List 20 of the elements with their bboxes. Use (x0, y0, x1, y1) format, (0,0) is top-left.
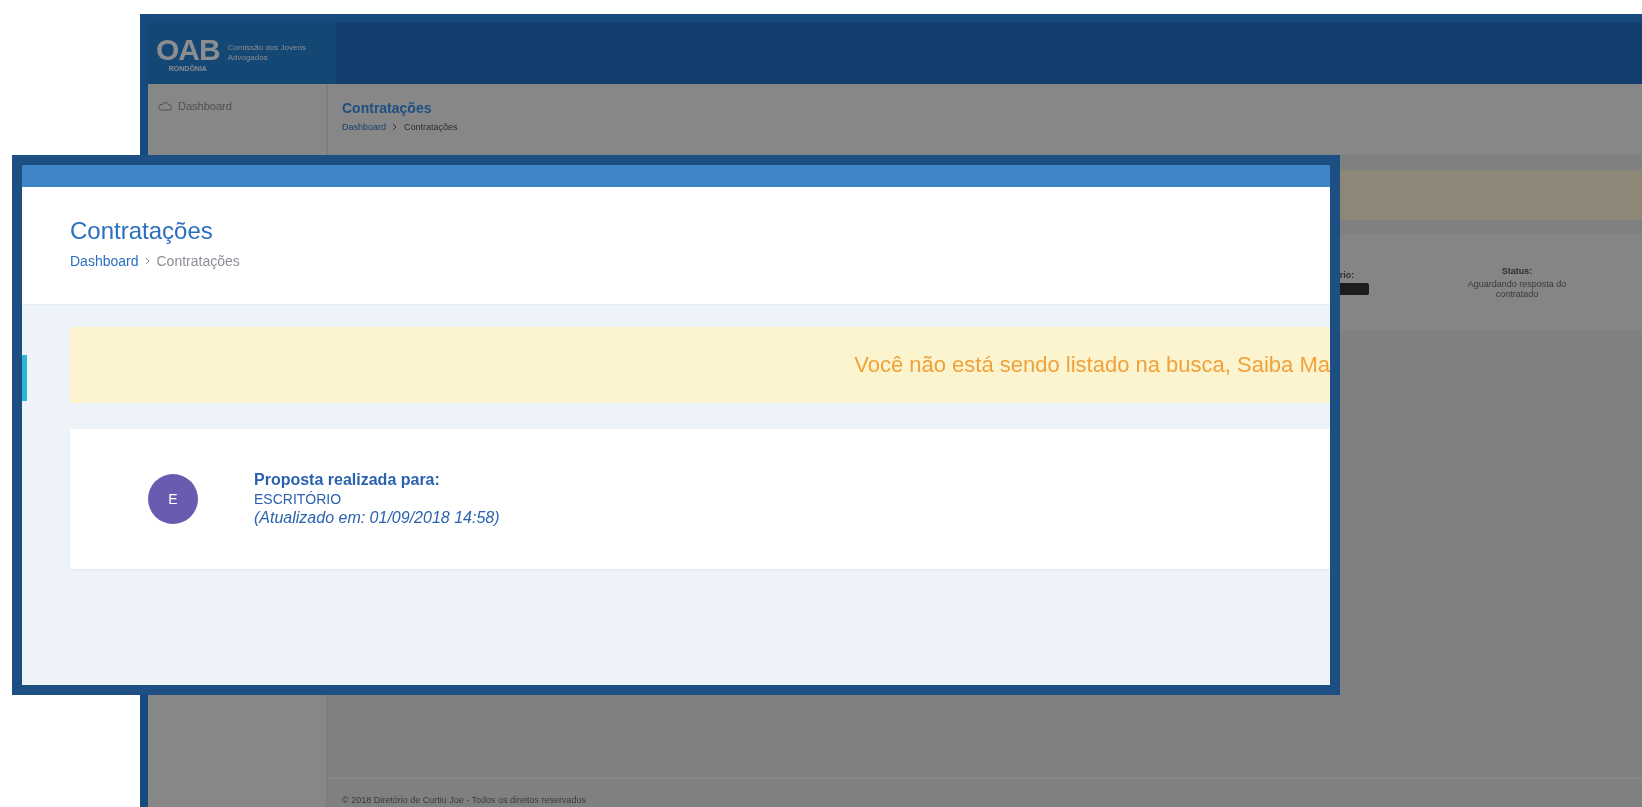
updated-date: (Atualizado em: 01/09/2018 14:58) (254, 509, 500, 527)
breadcrumb-link[interactable]: Dashboard (70, 253, 139, 269)
recipient-name: ESCRITÓRIO (254, 491, 343, 507)
proposal-heading: Proposta realizada para: (254, 471, 441, 489)
logo-caption: Comissão dos Jovens Advogados (227, 43, 307, 63)
avatar: E (148, 474, 198, 524)
breadcrumb-current: Contratações (404, 122, 458, 132)
cloud-icon (158, 101, 172, 111)
field-label: Status: (1501, 265, 1533, 276)
page-title: Contratações (342, 100, 433, 116)
field-label: rio: (1339, 269, 1355, 280)
breadcrumb-link[interactable]: Dashboard (342, 122, 387, 132)
alert-text: Você não está sendo listado na busca, Saiba Ma (854, 352, 1330, 378)
logo-mark: OAB (156, 34, 220, 65)
status-value: Aguardando resposta do contratado (1466, 278, 1568, 299)
footer-text: © 2018 Diretório de Curtiu Joe - Todos os direitos reservados (342, 795, 587, 805)
chevron-icon (392, 123, 399, 131)
breadcrumb-current: Contratações (156, 253, 240, 269)
chevron-icon (144, 257, 151, 265)
page-title: Contratações (70, 217, 214, 245)
